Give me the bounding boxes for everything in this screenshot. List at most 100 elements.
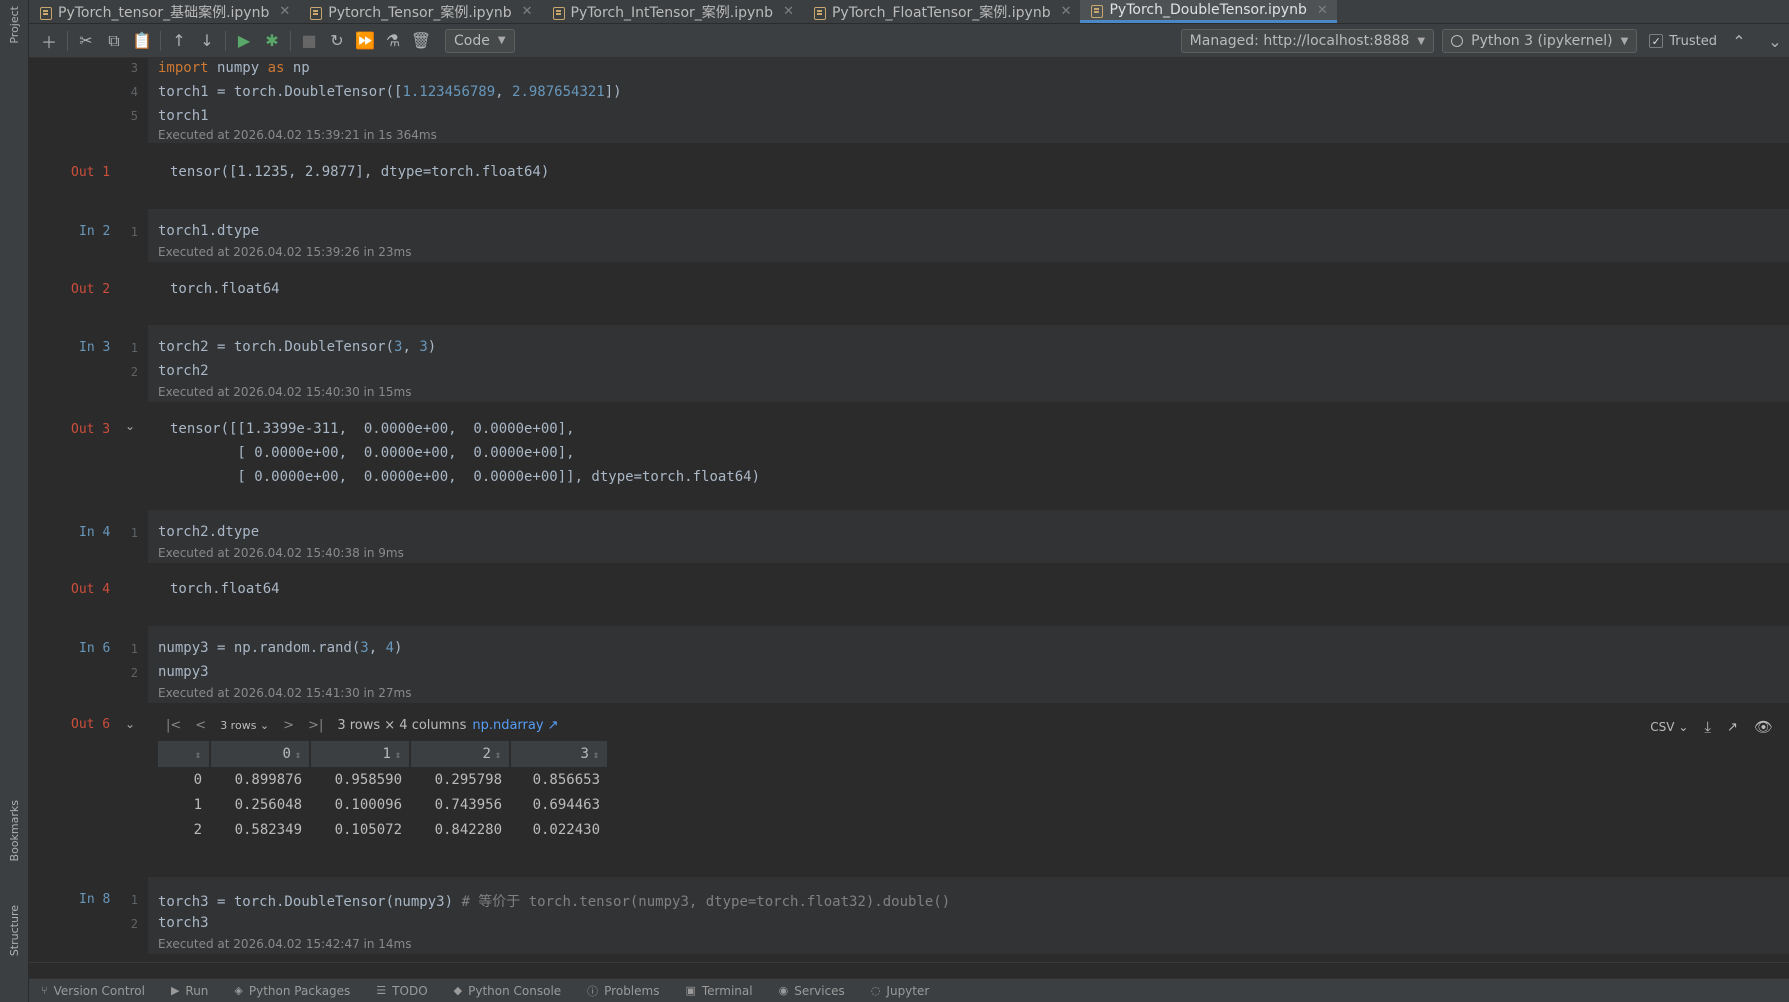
prev-cell-button[interactable]: ⌃ [1725,28,1753,54]
code-line[interactable]: numpy3 = np.random.rand(3, 4) [158,640,402,656]
code-line[interactable]: torch1 = torch.DoubleTensor([1.123456789… [158,84,622,100]
dataframe-table: ⇕ 0 ⇕ 1 ⇕ 2 ⇕ 3 ⇕ 0 0.899876 0.958590 0.2957… [158,741,609,842]
column-header[interactable]: 3 ⇕ [510,741,609,767]
code-line[interactable]: torch2.dtype [158,524,259,540]
tool-button-label: Python Packages [248,983,351,998]
check-icon: ✓ [1649,34,1664,48]
structure-tool-button[interactable]: Structure [8,905,21,956]
tab-pytorch-doubletensor[interactable]: PyTorch_DoubleTensor.ipynb ✕ [1080,0,1337,23]
next-page-icon[interactable]: > [283,718,294,733]
restart-kernel-button[interactable]: ↻ [323,28,351,54]
collapse-output-icon[interactable]: ⌄ [125,419,135,433]
next-cell-button[interactable]: ⌄ [1761,28,1789,54]
collapse-output-icon[interactable]: ⌄ [125,717,135,731]
table-cell[interactable]: 0.105072 [310,817,410,842]
last-page-icon[interactable]: >| [308,718,323,733]
package-icon: ◈ [234,984,243,997]
eye-icon[interactable]: 👁 [1754,718,1773,736]
code-line[interactable]: torch1.dtype [158,223,259,239]
run-tool-button[interactable]: ▶ Run [171,984,208,998]
table-cell[interactable]: 0.958590 [310,767,410,792]
terminal-tool-button[interactable]: ▣ Terminal [685,984,752,998]
sort-icon[interactable]: ⇕ [495,750,501,761]
run-cell-button[interactable]: ▶ [230,28,258,54]
paste-button[interactable]: 📋 [128,28,156,54]
table-cell[interactable]: 0.694463 [510,792,608,817]
sort-icon[interactable]: ⇕ [195,750,201,761]
code-line[interactable]: torch2 [158,363,209,379]
code-line[interactable]: torch3 = torch.DoubleTensor(numpy3) # 等价… [158,891,950,911]
project-tool-button[interactable]: Project [8,6,21,44]
column-header[interactable]: 0 ⇕ [210,741,311,767]
server-select[interactable]: Managed: http://localhost:8888 ▼ [1180,29,1435,53]
table-cell[interactable]: 0.295798 [410,767,510,792]
clear-outputs-button[interactable]: ⚗ [379,28,407,54]
rows-per-page-select[interactable]: 3 rows ⌄ [220,719,269,732]
kernel-select[interactable]: Python 3 (ipykernel) ▼ [1442,29,1638,53]
python-console-tool-button[interactable]: ◆ Python Console [454,984,562,998]
move-up-button[interactable]: ↑ [165,28,193,54]
move-down-button[interactable]: ↓ [193,28,221,54]
copy-button[interactable]: ⧉ [100,28,128,54]
sort-icon[interactable]: ⇕ [395,750,401,761]
table-cell[interactable]: 0.842280 [410,817,510,842]
close-icon[interactable]: ✕ [1061,4,1072,19]
add-cell-button[interactable]: ＋ [35,28,63,54]
tab-pytorch-tensor-basic[interactable]: PyTorch_tensor_基础案例.ipynb ✕ [29,0,299,23]
column-header[interactable]: ⇕ [158,741,211,767]
horizontal-scrollbar[interactable] [29,962,1789,978]
open-external-icon[interactable]: ↗ [1727,720,1738,735]
table-cell[interactable]: 0.743956 [410,792,510,817]
table-row[interactable]: 1 0.256048 0.100096 0.743956 0.694463 [158,792,608,817]
first-page-icon[interactable]: |< [166,718,181,733]
todo-tool-button[interactable]: ☰ TODO [376,984,427,998]
table-row[interactable]: 0 0.899876 0.958590 0.295798 0.856653 [158,767,608,792]
tool-button-label: Services [794,983,845,998]
prev-page-icon[interactable]: < [195,718,206,733]
jupyter-tool-button[interactable]: ◌ Jupyter [871,984,930,998]
export-format-select[interactable]: CSV ⌄ [1650,720,1688,734]
table-cell[interactable]: 0.022430 [510,817,608,842]
cut-button[interactable]: ✂ [72,28,100,54]
delete-cell-button[interactable]: 🗑 [407,28,435,54]
column-header[interactable]: 2 ⇕ [410,741,511,767]
code-line[interactable]: import numpy as np [158,60,310,76]
tab-pytorch-inttensor[interactable]: PyTorch_IntTensor_案例.ipynb ✕ [542,0,803,23]
close-icon[interactable]: ✕ [279,4,290,19]
python-icon: ◆ [453,984,463,997]
code-line[interactable]: torch3 [158,915,209,931]
column-header[interactable]: 1 ⇕ [310,741,411,767]
debug-cell-button[interactable]: ✱ [258,28,286,54]
notebook-editor[interactable]: 3 4 5 import numpy as np torch1 = torch.… [29,58,1789,962]
cell-type-select[interactable]: Code ▼ [445,28,515,53]
code-line[interactable]: torch1 [158,108,209,124]
tab-pytorch-tensor[interactable]: Pytorch_Tensor_案例.ipynb ✕ [299,0,541,23]
table-cell[interactable]: 0.899876 [210,767,310,792]
number-literal: 2.987654321 [512,84,605,100]
problems-tool-button[interactable]: ⓘ Problems [587,983,659,999]
version-control-tool-button[interactable]: ⑂ Version Control [41,984,145,998]
sort-icon[interactable]: ⇕ [593,750,599,761]
table-cell[interactable]: 0.582349 [210,817,310,842]
tab-pytorch-floattensor[interactable]: PyTorch_FloatTensor_案例.ipynb ✕ [803,0,1081,23]
cell-output: torch.float64 [170,581,280,597]
table-cell[interactable]: 0.856653 [510,767,608,792]
code-line[interactable]: numpy3 [158,664,209,680]
close-icon[interactable]: ✕ [1317,3,1328,18]
run-all-button[interactable]: ⏩ [351,28,379,54]
services-tool-button[interactable]: ◉ Services [779,984,845,998]
type-link[interactable]: np.ndarray ↗ [472,718,558,733]
sort-icon[interactable]: ⇕ [295,750,301,761]
trusted-toggle[interactable]: ✓ Trusted [1649,34,1717,49]
table-cell[interactable]: 0.100096 [310,792,410,817]
close-icon[interactable]: ✕ [783,4,794,19]
table-row[interactable]: 2 0.582349 0.105072 0.842280 0.022430 [158,817,608,842]
python-packages-tool-button[interactable]: ◈ Python Packages [234,984,350,998]
bookmarks-tool-button[interactable]: Bookmarks [8,800,21,861]
stop-button[interactable]: ■ [295,28,323,54]
download-icon[interactable]: ⤓ [1704,718,1711,736]
add-icon: ＋ [40,32,57,52]
code-line[interactable]: torch2 = torch.DoubleTensor(3, 3) [158,339,436,355]
table-cell[interactable]: 0.256048 [210,792,310,817]
close-icon[interactable]: ✕ [522,4,533,19]
